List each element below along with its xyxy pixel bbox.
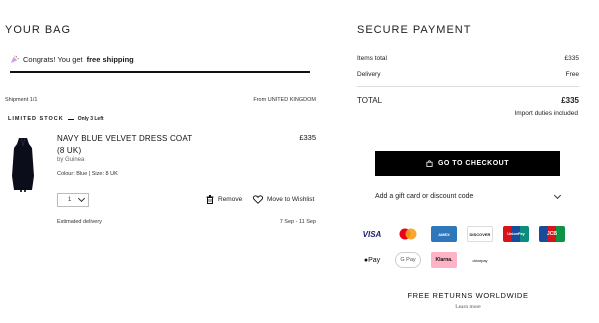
delivery-label: Delivery bbox=[357, 71, 381, 78]
delivery-row: Delivery Free bbox=[357, 71, 579, 78]
klarna-icon: Klarna. bbox=[431, 252, 457, 268]
delivery-value: Free bbox=[565, 71, 579, 78]
checkout-button[interactable]: GO TO CHECKOUT bbox=[375, 151, 560, 176]
payment-methods-row-1: VISA AMEX DISCOVER UnionPay JCB bbox=[359, 226, 565, 242]
stock-left: Only 3 Left bbox=[77, 116, 104, 122]
shipment-label: Shipment 1/1 bbox=[5, 97, 38, 103]
items-total-row: Items total £335 bbox=[357, 55, 579, 62]
shipping-msg-bold: free shipping bbox=[86, 55, 134, 64]
stock-tag: LIMITED STOCK bbox=[8, 116, 64, 122]
remove-label: Remove bbox=[218, 196, 243, 203]
trash-icon bbox=[206, 195, 214, 204]
summary-divider bbox=[357, 86, 579, 87]
stock-notice: LIMITED STOCK Only 3 Left bbox=[8, 116, 104, 122]
product-brand[interactable]: by Guinea bbox=[57, 157, 84, 163]
items-total-value: £335 bbox=[564, 55, 579, 62]
gift-card-toggle[interactable]: Add a gift card or discount code bbox=[375, 191, 562, 200]
shipping-progress-fill bbox=[10, 71, 310, 73]
learn-more-link[interactable]: Learn more bbox=[357, 304, 579, 310]
unionpay-icon: UnionPay bbox=[503, 226, 529, 242]
apple-pay-icon: ● Pay bbox=[363, 256, 381, 264]
gift-card-label: Add a gift card or discount code bbox=[375, 193, 474, 200]
total-value: £335 bbox=[561, 96, 579, 105]
stock-dash bbox=[67, 118, 74, 120]
items-total-label: Items total bbox=[357, 55, 387, 62]
jcb-icon: JCB bbox=[539, 226, 565, 242]
heart-icon bbox=[253, 195, 263, 204]
payment-methods-row-2: ● Pay G Pay Klarna. clearpay bbox=[359, 252, 493, 268]
clearpay-icon: clearpay bbox=[472, 257, 488, 263]
chevron-down-icon bbox=[77, 194, 86, 203]
amex-icon: AMEX bbox=[431, 226, 457, 242]
quantity-value: 1 bbox=[68, 197, 72, 203]
chevron-down-icon bbox=[553, 191, 562, 199]
product-image[interactable] bbox=[10, 136, 36, 192]
product-price: £335 bbox=[299, 133, 316, 142]
remove-button[interactable]: Remove bbox=[206, 195, 242, 204]
discover-icon: DISCOVER bbox=[467, 226, 493, 242]
mastercard-icon bbox=[399, 228, 417, 240]
wishlist-label: Move to Wishlist bbox=[267, 196, 315, 203]
total-row: TOTAL £335 bbox=[357, 96, 579, 105]
ship-from: From UNITED KINGDOM bbox=[253, 97, 316, 103]
duties-note: Import duties included bbox=[514, 110, 578, 117]
product-name[interactable]: NAVY BLUE VELVET DRESS COAT (8 UK) bbox=[57, 133, 197, 157]
free-shipping-message: Congrats! You get free shipping bbox=[10, 55, 134, 64]
google-pay-icon: G Pay bbox=[395, 252, 421, 268]
estimated-delivery-date: 7 Sep - 11 Sep bbox=[279, 219, 316, 225]
shopping-bag-icon bbox=[426, 160, 433, 167]
product-spec: Colour: Blue | Size: 8 UK bbox=[57, 171, 118, 177]
party-popper-icon bbox=[10, 55, 19, 64]
checkout-label: GO TO CHECKOUT bbox=[437, 160, 510, 167]
free-returns-heading: FREE RETURNS WORLDWIDE bbox=[407, 291, 529, 300]
move-to-wishlist-button[interactable]: Move to Wishlist bbox=[253, 195, 314, 204]
shipping-progress-bar bbox=[10, 71, 310, 73]
quantity-select[interactable]: 1 bbox=[57, 193, 89, 207]
shipping-msg-prefix: Congrats! You get bbox=[23, 55, 83, 64]
estimated-delivery-label: Estimated delivery bbox=[57, 219, 102, 225]
total-label: TOTAL bbox=[357, 96, 383, 105]
visa-icon: VISA bbox=[362, 229, 382, 239]
payment-title: SECURE PAYMENT bbox=[357, 24, 472, 36]
bag-title: YOUR BAG bbox=[5, 24, 72, 36]
